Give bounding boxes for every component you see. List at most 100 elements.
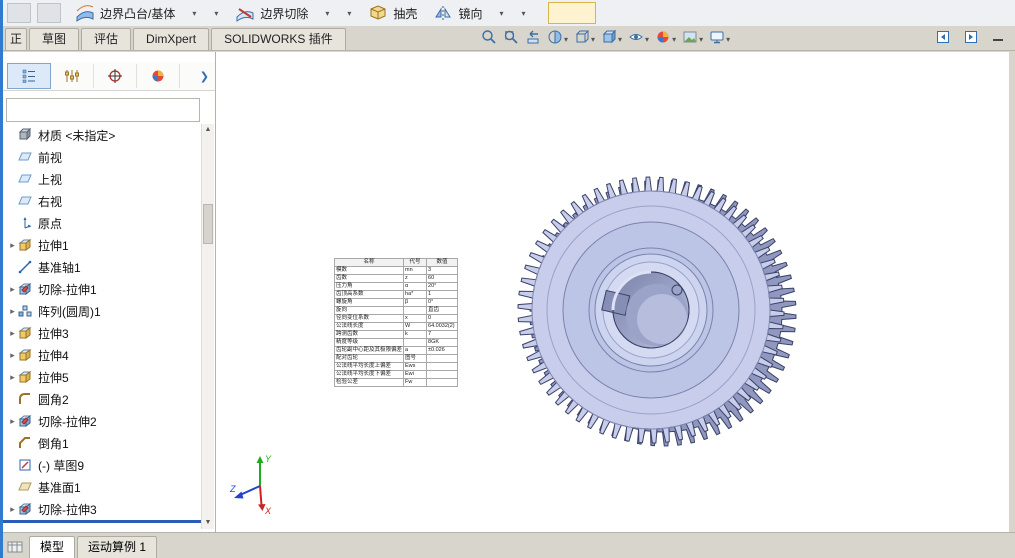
expand-arrow-icon[interactable]: ▸: [7, 350, 18, 361]
active-tool-button[interactable]: [548, 2, 597, 24]
table-row: 检验公差 Fw: [333, 378, 459, 387]
dropdown-caret-icon[interactable]: ▾: [499, 9, 503, 18]
tree-scrollbar[interactable]: ▲ ▼: [201, 124, 214, 529]
rollback-bar[interactable]: [3, 520, 202, 523]
displaymanager-tab[interactable]: [137, 64, 180, 88]
tree-item[interactable]: 右视: [3, 190, 201, 212]
mirror-button[interactable]: 镜向: [433, 3, 482, 23]
expand-arrow-icon[interactable]: ▸: [7, 328, 18, 339]
dropdown-caret-icon[interactable]: ▾: [726, 35, 730, 44]
section-view-button[interactable]: ▾: [547, 29, 568, 50]
hide-show-items-button[interactable]: ▾: [628, 29, 649, 50]
propertymanager-tab[interactable]: [51, 64, 94, 88]
expand-arrow-icon[interactable]: ▸: [7, 284, 18, 295]
display-style-icon: [601, 29, 617, 50]
panel-expand-chevron-icon[interactable]: ❯: [200, 70, 209, 83]
table-row: 公法线长度 W 64.0032(2): [333, 322, 459, 331]
expand-arrow-icon[interactable]: ▸: [7, 416, 18, 427]
pane-left-icon[interactable]: [937, 31, 949, 43]
tab-evaluate[interactable]: 评估: [81, 28, 132, 50]
tree-item[interactable]: ▸ 拉伸4: [3, 344, 201, 366]
toolbar-button-label: 抽壳: [393, 6, 418, 21]
dropdown-caret-icon[interactable]: ▾: [214, 9, 218, 18]
tab-sketch[interactable]: 草图: [29, 28, 80, 50]
scroll-down-arrow-icon[interactable]: ▼: [202, 517, 214, 529]
minimize-icon[interactable]: [993, 39, 1003, 41]
dimxpertmanager-tab[interactable]: [94, 64, 137, 88]
shell-button[interactable]: 抽壳: [368, 3, 417, 23]
featuremanager-tab[interactable]: [7, 63, 51, 89]
table-cell: 螺旋角: [333, 298, 405, 307]
tab-dimxpert[interactable]: DimXpert: [133, 28, 210, 50]
tree-item[interactable]: 基准轴1: [3, 256, 201, 278]
expand-arrow-icon[interactable]: ▸: [7, 372, 18, 383]
plane2-icon: [18, 480, 34, 494]
dropdown-caret-icon[interactable]: ▾: [521, 9, 525, 18]
dropdown-caret-icon[interactable]: ▾: [699, 35, 703, 44]
tree-item[interactable]: 圆角2: [3, 388, 201, 410]
dropdown-caret-icon[interactable]: ▾: [591, 35, 595, 44]
table-cell: α: [403, 282, 428, 291]
dropdown-caret-icon[interactable]: ▾: [618, 35, 622, 44]
scroll-thumb[interactable]: [203, 204, 213, 244]
table-cell: z: [403, 274, 428, 283]
table-row: 螺旋角 β 0°: [333, 298, 459, 307]
expand-arrow-icon[interactable]: ▸: [7, 504, 18, 515]
clipped-toolbar-button[interactable]: [37, 3, 61, 23]
tree-item[interactable]: ▸ 拉伸3: [3, 322, 201, 344]
tree-item[interactable]: ▸ 拉伸5: [3, 366, 201, 388]
tree-item[interactable]: 材质 <未指定>: [3, 124, 201, 146]
cut-icon: [18, 414, 34, 428]
motionmanager-toggle-icon[interactable]: [7, 539, 23, 555]
zoom-area-button[interactable]: [503, 29, 519, 50]
document-window-controls: [937, 31, 1003, 43]
edit-appearance-button[interactable]: ▾: [655, 29, 676, 50]
zoom-to-fit-button[interactable]: [481, 29, 497, 50]
table-cell: mn: [403, 266, 428, 275]
dropdown-caret-icon[interactable]: ▾: [192, 9, 196, 18]
dropdown-caret-icon[interactable]: ▾: [672, 35, 676, 44]
expand-arrow-icon[interactable]: ▸: [7, 306, 18, 317]
dropdown-caret-icon[interactable]: ▾: [325, 9, 329, 18]
tree-item[interactable]: 上视: [3, 168, 201, 190]
view-settings-button[interactable]: ▾: [709, 29, 730, 50]
tree-item[interactable]: ▸ 切除-拉伸3: [3, 498, 201, 520]
tree-item[interactable]: 基准面1: [3, 476, 201, 498]
tab-features[interactable]: 正: [5, 28, 28, 50]
tree-item[interactable]: ▸ 阵列(圆周)1: [3, 300, 201, 322]
display-style-button[interactable]: ▾: [601, 29, 622, 50]
clipped-toolbar-button[interactable]: [7, 3, 31, 23]
scroll-up-arrow-icon[interactable]: ▲: [202, 124, 214, 136]
boundary-cut-button[interactable]: 边界切除: [235, 3, 308, 23]
graphics-area[interactable]: 名称 代号 数值 模数 mn 3 齿数 z 60 压力角 α 20° 齿顶高系数 ha* 1 螺旋角 β 0° 旋向…: [216, 52, 1009, 533]
tree-header-box: [6, 98, 200, 122]
expand-arrow-icon[interactable]: ▸: [7, 240, 18, 251]
boundary-boss-button[interactable]: 边界凸台/基体: [75, 3, 175, 23]
tree-item[interactable]: ▸ 拉伸1: [3, 234, 201, 256]
gear-parameter-table: 名称 代号 数值 模数 mn 3 齿数 z 60 压力角 α 20° 齿顶高系数 ha* 1 螺旋角 β 0° 旋向…: [333, 258, 459, 387]
tree-item[interactable]: 前视: [3, 146, 201, 168]
tree-item[interactable]: (-) 草图9: [3, 454, 201, 476]
table-header-cell: 代号: [403, 258, 428, 267]
bottom-tab-bar: 模型 运动算例 1: [3, 532, 1015, 558]
tree-item[interactable]: 倒角1: [3, 432, 201, 454]
table-cell: 跨测齿数: [333, 330, 405, 339]
tree-item[interactable]: ▸ 切除-拉伸1: [3, 278, 201, 300]
tab-solidworks-addins[interactable]: SOLIDWORKS 插件: [211, 28, 346, 50]
dropdown-caret-icon[interactable]: ▾: [564, 35, 568, 44]
tree-item[interactable]: 原点: [3, 212, 201, 234]
tab-model[interactable]: 模型: [29, 536, 76, 558]
table-cell: 8GK: [426, 338, 459, 347]
pane-right-icon[interactable]: [965, 31, 977, 43]
tree-item[interactable]: ▸ 切除-拉伸2: [3, 410, 201, 432]
tab-motion-study-1[interactable]: 运动算例 1: [77, 536, 158, 558]
dropdown-caret-icon[interactable]: ▾: [645, 35, 649, 44]
previous-view-button[interactable]: [525, 29, 541, 50]
apply-scene-button[interactable]: ▾: [682, 29, 703, 50]
view-orientation-button[interactable]: ▾: [574, 29, 595, 50]
triad-y-label: Y: [265, 454, 272, 464]
dropdown-caret-icon[interactable]: ▾: [347, 9, 351, 18]
plane-icon: [18, 150, 34, 164]
boss-icon: [18, 370, 34, 384]
triad-x-axis: [259, 485, 263, 506]
